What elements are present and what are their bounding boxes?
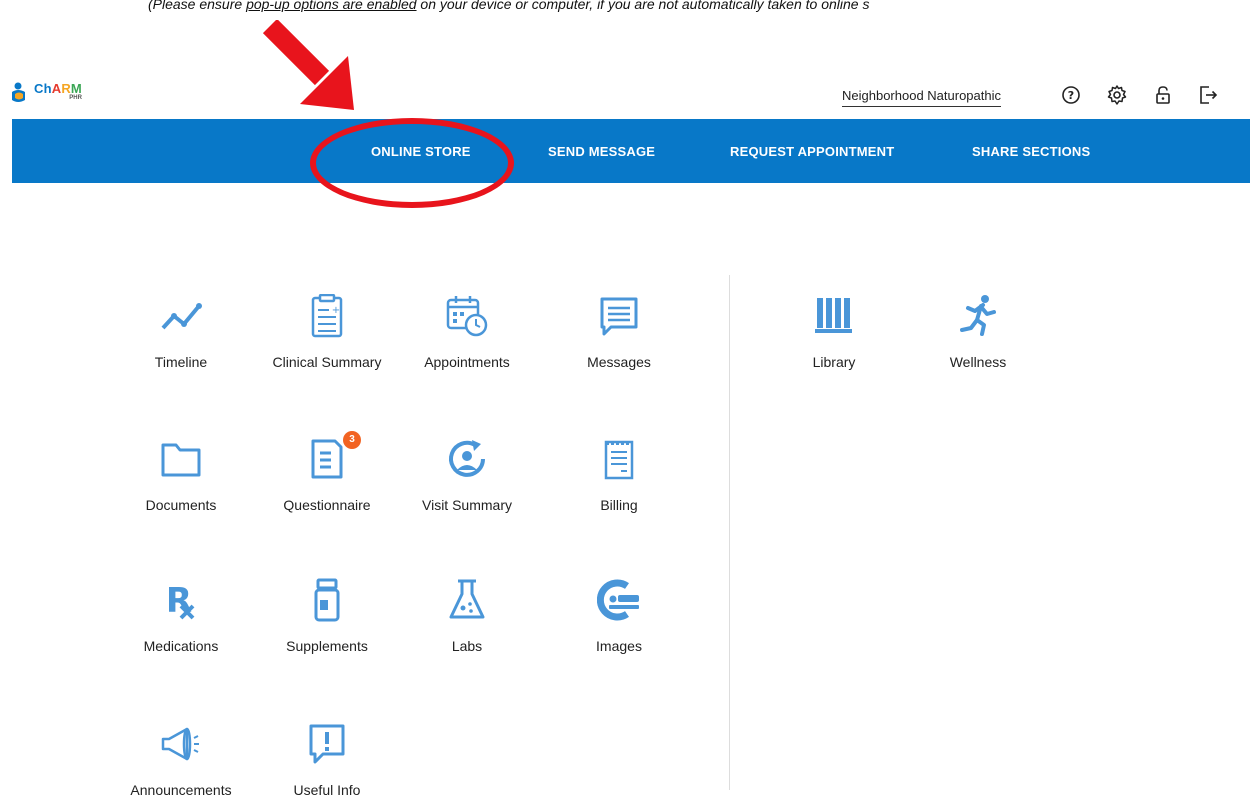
questionnaire-icon (311, 439, 343, 479)
tile-useful-info[interactable]: Useful Info (267, 722, 387, 807)
tile-label: Library (812, 354, 856, 370)
tile-label: Useful Info (293, 782, 361, 798)
tile-label: Appointments (424, 354, 510, 370)
tile-appointments[interactable]: Appointments (407, 294, 527, 394)
trend-line-icon (161, 303, 202, 330)
help-icon[interactable]: ? (1060, 84, 1082, 106)
tile-library[interactable]: Library (774, 294, 894, 394)
notification-badge: 3 (343, 431, 361, 449)
tile-labs[interactable]: Labs (407, 578, 527, 678)
message-icon (600, 297, 638, 336)
tile-label: Supplements (286, 638, 368, 654)
app-header: ChARM PHR Neighborhood Naturopathic ? (10, 76, 1250, 118)
tile-label: Announcements (130, 782, 232, 798)
tile-label: Documents (145, 497, 217, 513)
tile-billing[interactable]: Billing (559, 437, 679, 537)
clipboard-icon: + (311, 294, 343, 338)
tile-questionnaire[interactable]: 3 Questionnaire (267, 431, 387, 537)
tile-label: Wellness (949, 354, 1007, 370)
svg-text:?: ? (1068, 89, 1074, 102)
tile-label: Timeline (154, 354, 208, 370)
scanner-icon (597, 579, 639, 621)
rx-icon: R (166, 581, 195, 621)
tile-images[interactable]: Images (559, 578, 679, 678)
main-nav-bar: ONLINE STORE SEND MESSAGE REQUEST APPOIN… (12, 119, 1250, 183)
nav-send-message[interactable]: SEND MESSAGE (548, 119, 655, 183)
practice-selector[interactable]: Neighborhood Naturopathic (842, 88, 1001, 107)
bottle-icon (314, 578, 340, 622)
gear-icon[interactable] (1106, 84, 1128, 106)
runner-icon (960, 295, 996, 336)
nav-share-sections[interactable]: SHARE SECTIONS (972, 119, 1090, 183)
flask-icon (449, 579, 485, 619)
logo-text: ChARM (34, 81, 82, 96)
tile-supplements[interactable]: Supplements (267, 578, 387, 678)
tile-label: Questionnaire (283, 497, 371, 513)
logout-icon[interactable] (1197, 84, 1219, 106)
nav-online-store[interactable]: ONLINE STORE (371, 119, 471, 183)
notice-suffix: on your device or computer, if you are n… (416, 0, 870, 12)
popup-notice: (Please ensure pop-up options are enable… (0, 0, 1250, 18)
nav-request-appointment[interactable]: REQUEST APPOINTMENT (730, 119, 894, 183)
tile-clinical-summary[interactable]: + Clinical Summary (267, 294, 387, 394)
tile-visit-summary[interactable]: Visit Summary (407, 437, 527, 537)
tile-label: Clinical Summary (272, 354, 382, 370)
tile-label: Visit Summary (422, 497, 512, 513)
tile-announcements[interactable]: Announcements (121, 722, 241, 807)
tile-timeline[interactable]: Timeline (121, 294, 241, 394)
visit-icon (449, 440, 485, 477)
tile-label: Labs (451, 638, 483, 654)
books-icon (815, 298, 852, 333)
info-bubble-icon (309, 724, 345, 764)
notice-prefix: (Please ensure (148, 0, 247, 12)
svg-text:+: + (332, 305, 340, 316)
tile-documents[interactable]: Documents (121, 437, 241, 537)
notice-link[interactable]: pop-up options are enabled (246, 0, 416, 12)
notepad-icon (604, 440, 634, 480)
logo-figure-icon (12, 82, 25, 102)
calendar-clock-icon (446, 296, 488, 337)
folder-icon (161, 443, 201, 477)
tile-messages[interactable]: Messages (559, 294, 679, 394)
megaphone-icon (161, 727, 199, 761)
section-divider (729, 275, 730, 790)
tile-label: Medications (143, 638, 219, 654)
tile-label: Images (596, 638, 642, 654)
tile-label: Messages (587, 354, 651, 370)
charm-logo[interactable]: ChARM PHR (10, 82, 82, 104)
tile-medications[interactable]: R Medications (121, 578, 241, 678)
tile-label: Billing (600, 497, 638, 513)
lock-icon[interactable] (1152, 84, 1174, 106)
tile-wellness[interactable]: Wellness (918, 294, 1038, 394)
